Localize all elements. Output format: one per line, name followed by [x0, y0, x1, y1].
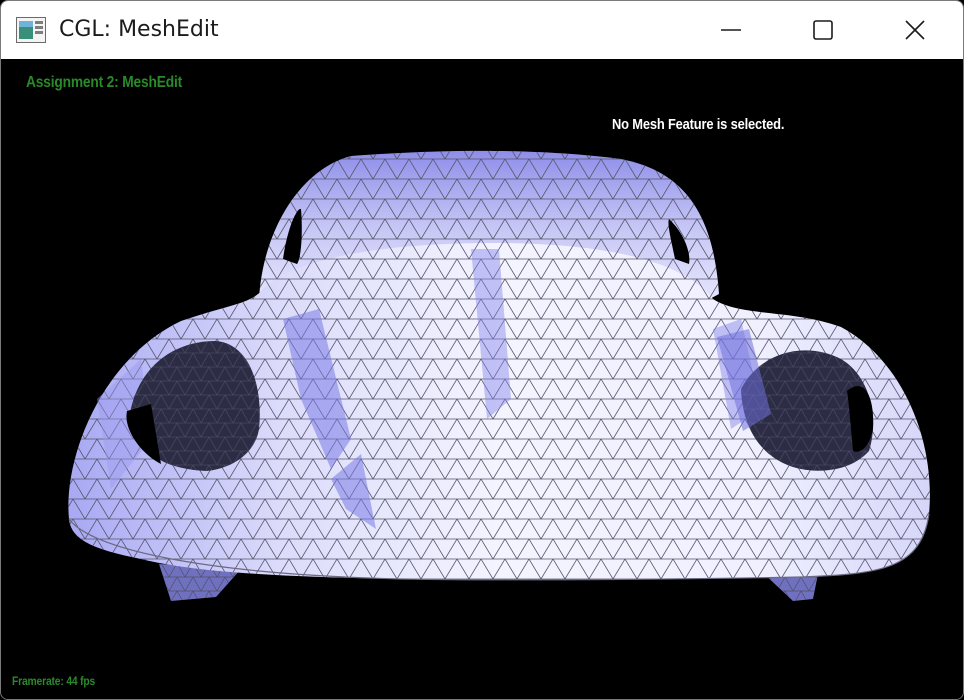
window-title: CGL: MeshEdit [59, 17, 219, 42]
render-viewport[interactable]: Assignment 2: MeshEdit No Mesh Feature i… [1, 59, 963, 699]
minimize-button[interactable] [685, 1, 777, 59]
maximize-icon [813, 20, 833, 40]
minimize-icon [721, 29, 741, 31]
maximize-button[interactable] [777, 1, 869, 59]
title-bar[interactable]: CGL: MeshEdit [1, 1, 963, 59]
assignment-title: Assignment 2: MeshEdit [26, 74, 183, 91]
close-icon [905, 20, 925, 40]
selection-status: No Mesh Feature is selected. [612, 116, 785, 133]
framerate-label: Framerate: 44 fps [12, 674, 96, 688]
app-window: CGL: MeshEdit Assignment 2: MeshEdit No … [0, 0, 964, 700]
app-icon [16, 17, 46, 43]
close-button[interactable] [869, 1, 961, 59]
mesh-render[interactable] [1, 59, 963, 699]
